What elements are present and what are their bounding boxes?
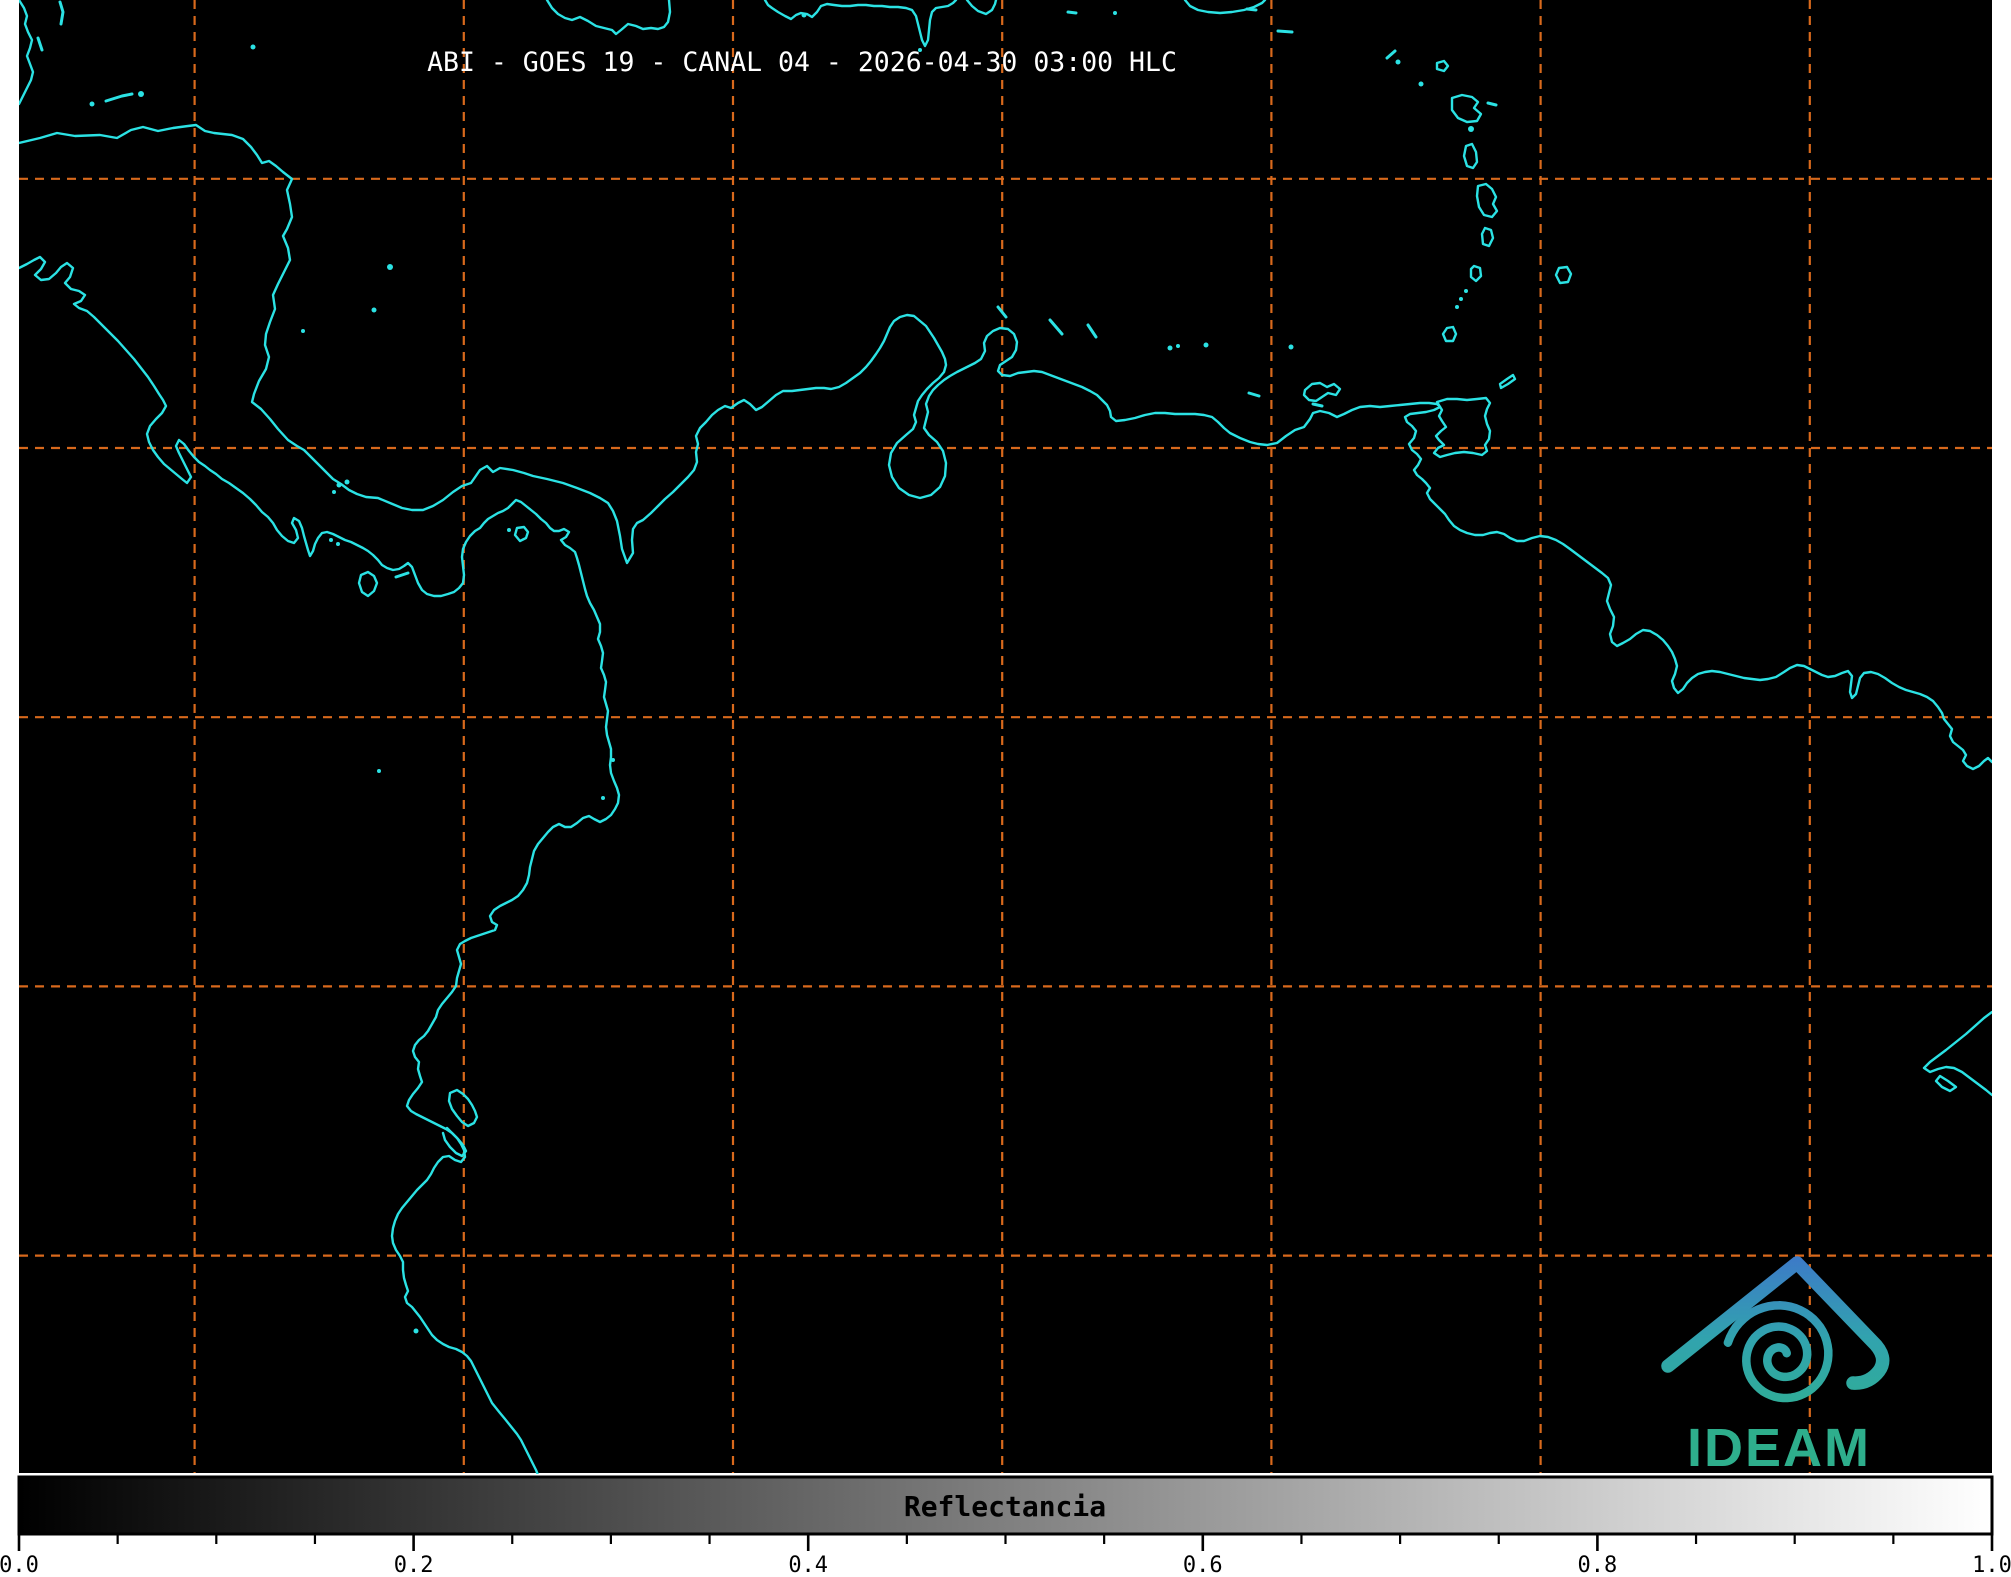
islet-coche <box>1311 402 1324 408</box>
islet-dot-malpelo <box>377 769 381 773</box>
logo-text: IDEAM <box>1687 1418 1871 1478</box>
islet-dot-san-andres <box>371 307 377 313</box>
colorbar-tick-label: 0.0 <box>0 1553 39 1577</box>
islet-dot-utila <box>89 101 95 107</box>
islet-dot-nevis <box>1395 59 1401 65</box>
map-title: ABI - GOES 19 - CANAL 04 - 2026-04-30 03… <box>427 47 1177 78</box>
islet-saona <box>1066 10 1078 15</box>
islet-dot-providencia <box>387 264 393 270</box>
islet-dot-pearl-islet <box>507 528 511 532</box>
islet-dot-ile-a-vache <box>801 12 807 18</box>
islet-dot-bocas-3 <box>332 490 336 494</box>
islet-dot-la-blanquilla <box>1288 344 1294 350</box>
satellite-image-figure: ABI - GOES 19 - CANAL 04 - 2026-04-30 03… <box>0 0 2011 1577</box>
colorbar-tick-label: 0.2 <box>394 1553 434 1577</box>
goes-satellite-map: ABI - GOES 19 - CANAL 04 - 2026-04-30 03… <box>0 0 2011 1577</box>
colorbar-tick-label: 0.8 <box>1578 1553 1618 1577</box>
map-background <box>19 0 1992 1473</box>
islet-dot-buenaventura-islet-2 <box>601 796 605 800</box>
islet-dot-parida-1 <box>329 538 333 542</box>
islet-dot-parida-2 <box>336 542 340 546</box>
colorbar-tick-label: 0.6 <box>1183 1553 1223 1577</box>
islet-dot-grenadine-2 <box>1459 297 1463 301</box>
islet-dot-la-orchila <box>1203 342 1209 348</box>
islet-dot-marie-galante <box>1468 126 1474 132</box>
islet-dot-swan-island <box>250 44 256 50</box>
islet-dot-corn-island <box>301 329 305 333</box>
islet-dot-guanaja <box>138 91 144 97</box>
colorbar-tick-label: 0.4 <box>788 1553 828 1577</box>
islet-dot-bocas-2 <box>344 479 350 485</box>
islet-dot-bocas-1 <box>336 482 342 488</box>
islet-dot-lobos <box>413 1328 419 1334</box>
islet-desirade <box>1486 101 1498 107</box>
islet-dot-los-roques-1 <box>1167 345 1173 351</box>
islet-dot-los-roques-2 <box>1176 344 1180 348</box>
islet-dot-montserrat <box>1418 81 1424 87</box>
colorbar-label: Reflectancia <box>904 1490 1106 1523</box>
islet-dot-mona <box>1113 11 1117 15</box>
islet-vieques <box>1245 7 1258 12</box>
islet-dot-buenaventura-islet-1 <box>611 758 615 762</box>
colorbar-tick-label: 1.0 <box>1972 1553 2011 1577</box>
islet-dot-grenadine-3 <box>1455 305 1459 309</box>
islet-st-croix <box>1276 29 1294 34</box>
islet-dot-grenadine-1 <box>1464 289 1468 293</box>
